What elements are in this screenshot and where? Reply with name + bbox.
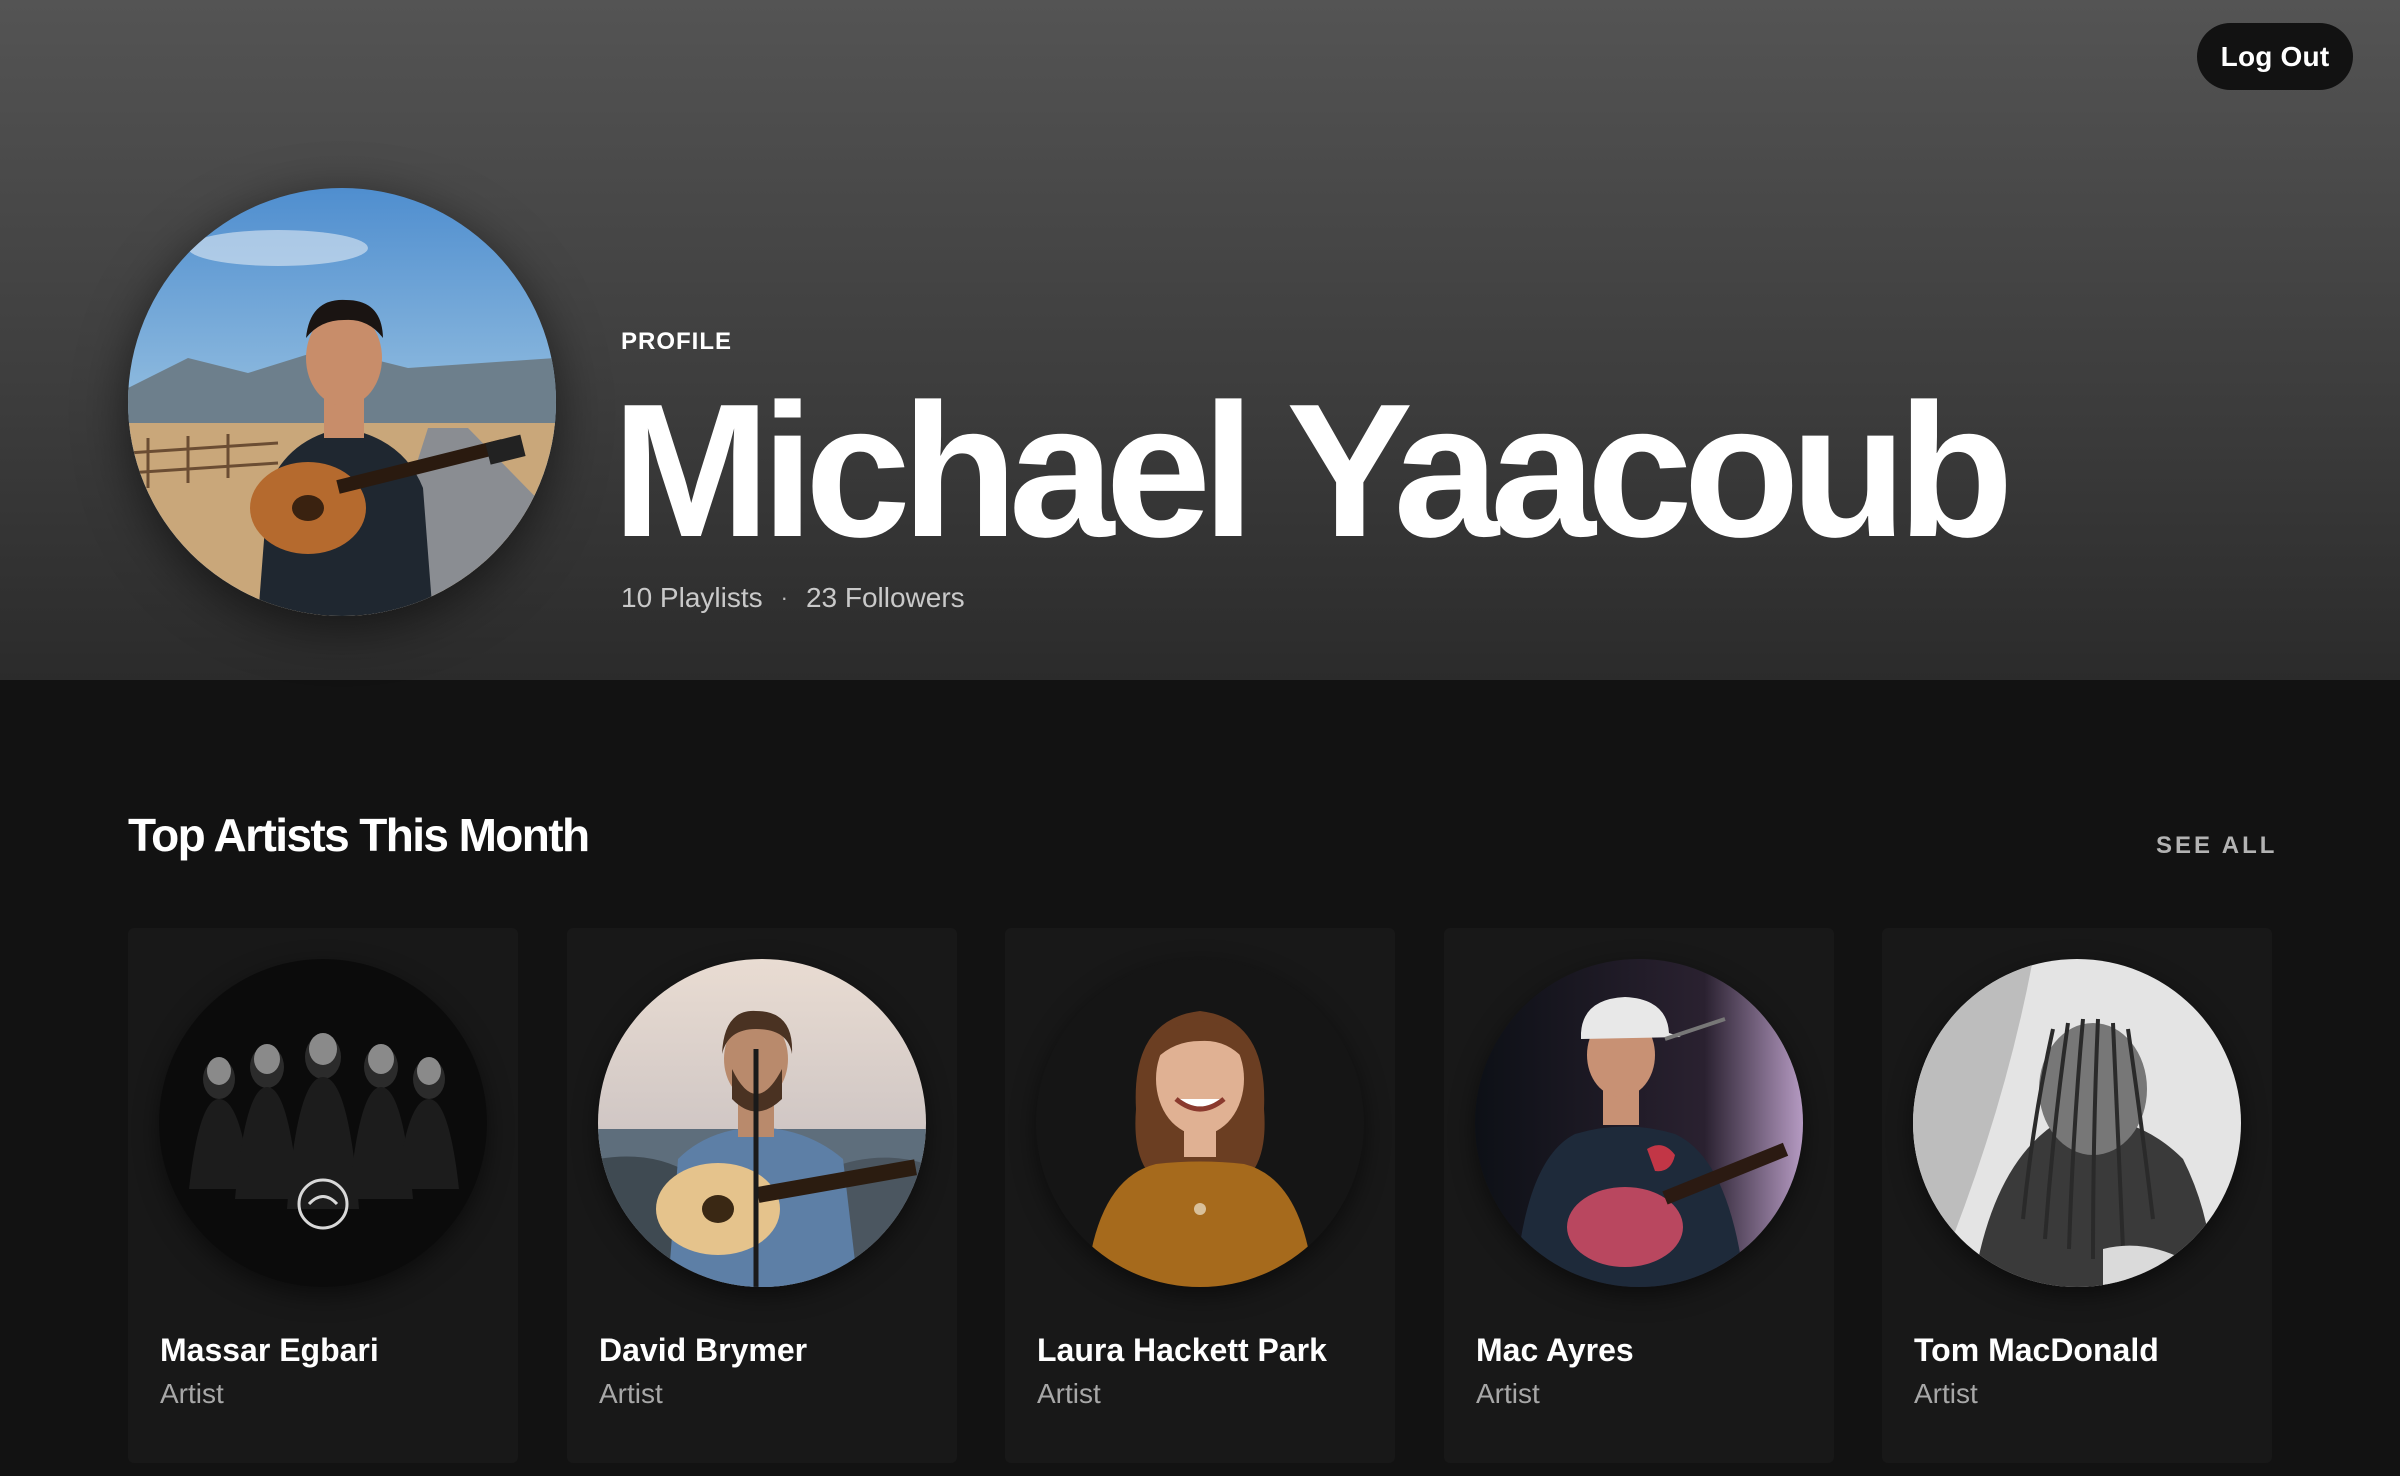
see-all-link[interactable]: SEE ALL — [2156, 832, 2277, 860]
artist-card-massar-egbari[interactable]: Massar Egbari Artist — [128, 928, 518, 1463]
artist-image — [1913, 959, 2241, 1287]
followers-count[interactable]: 23 Followers — [806, 582, 965, 614]
profile-stats: 10 Playlists · 23 Followers — [621, 582, 965, 614]
logout-button[interactable]: Log Out — [2197, 23, 2353, 90]
artist-image — [1036, 959, 1364, 1287]
artist-type: Artist — [1914, 1378, 1978, 1409]
artist-image — [159, 959, 487, 1287]
artist-name[interactable]: Laura Hackett Park — [1037, 1332, 1327, 1369]
artist-name[interactable]: David Brymer — [599, 1332, 807, 1369]
artist-name[interactable]: Tom MacDonald — [1914, 1332, 2159, 1369]
section-title: Top Artists This Month — [128, 809, 590, 861]
profile-type-label: PROFILE — [621, 328, 733, 355]
profile-name: Michael Yaacoub — [612, 365, 2014, 577]
artist-name[interactable]: Mac Ayres — [1476, 1332, 1634, 1369]
artist-card-laura-hackett-park[interactable]: Laura Hackett Park Artist — [1005, 928, 1395, 1463]
profile-avatar[interactable] — [128, 188, 556, 616]
artist-card-mac-ayres[interactable]: Mac Ayres Artist — [1444, 928, 1834, 1463]
playlists-count[interactable]: 10 Playlists — [621, 582, 763, 614]
profile-header: Log Out PROFILE Michael Yaacoub 10 Playl… — [0, 0, 2400, 680]
artist-type: Artist — [1037, 1378, 1101, 1409]
artist-card-david-brymer[interactable]: David Brymer Artist — [567, 928, 957, 1463]
profile-photo — [128, 188, 556, 616]
artist-type: Artist — [599, 1378, 663, 1409]
artist-image — [1475, 959, 1803, 1287]
artist-name[interactable]: Massar Egbari — [160, 1332, 379, 1369]
artist-type: Artist — [1476, 1378, 1540, 1409]
artist-card-tom-macdonald[interactable]: Tom MacDonald Artist — [1882, 928, 2272, 1463]
stats-separator: · — [780, 585, 788, 610]
artist-type: Artist — [160, 1378, 224, 1409]
artist-image — [598, 959, 926, 1287]
